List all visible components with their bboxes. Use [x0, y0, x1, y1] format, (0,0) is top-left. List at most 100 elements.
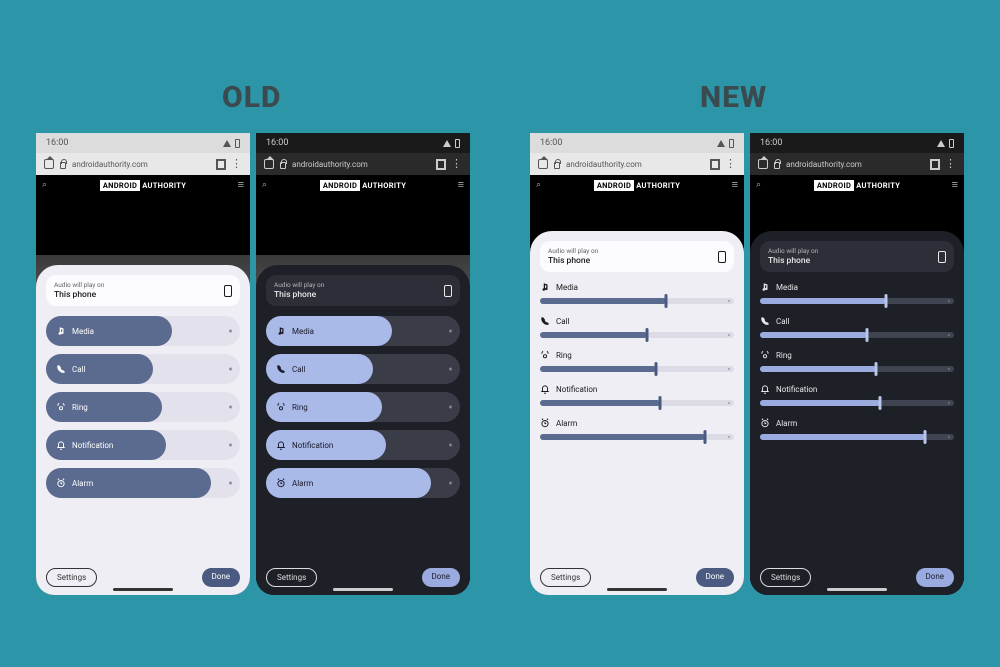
slider-thumb-notification[interactable] [879, 396, 882, 410]
slider-track-notification[interactable] [540, 398, 734, 408]
slider-media[interactable]: Media [46, 316, 240, 346]
audio-output-chip[interactable]: Audio will play onThis phone [540, 241, 734, 272]
slider-alarm[interactable]: Alarm [266, 468, 460, 498]
slider-ring[interactable]: Ring [266, 392, 460, 422]
slider-track-alarm[interactable] [540, 432, 734, 442]
slider-ring[interactable]: Ring [46, 392, 240, 422]
hamburger-icon[interactable]: ≡ [458, 182, 464, 189]
slider-track-media[interactable] [760, 296, 954, 306]
slider-label-notification: Notification [292, 441, 333, 450]
hamburger-icon[interactable]: ≡ [238, 182, 244, 189]
site-banner: ⌕ ANDROIDAUTHORITY ≡ [750, 175, 964, 195]
slider-notification[interactable]: Notification [46, 430, 240, 460]
audio-output-chip[interactable]: Audio will play onThis phone [266, 275, 460, 306]
page-content: Audio will play onThis phone Media Call Rin… [256, 195, 470, 595]
kebab-icon[interactable]: ⋮ [945, 162, 956, 166]
browser-bar: androidauthority.com ⋮ [36, 153, 250, 175]
slider-thumb-media[interactable] [665, 294, 668, 308]
battery-icon [455, 139, 460, 148]
address-bar[interactable]: androidauthority.com [786, 160, 925, 169]
done-button[interactable]: Done [916, 568, 954, 587]
slider-media[interactable]: Media [266, 316, 460, 346]
lock-icon [554, 162, 560, 169]
nav-handle[interactable] [607, 588, 667, 591]
audio-output-chip[interactable]: Audio will play onThis phone [46, 275, 240, 306]
slider-thumb-call[interactable] [865, 328, 868, 342]
site-logo: ANDROIDAUTHORITY [814, 180, 900, 191]
slider-label-alarm: Alarm [776, 419, 797, 428]
slider-alarm[interactable]: Alarm [46, 468, 240, 498]
tab-icon[interactable] [711, 160, 719, 169]
audio-label: Audio will play on [548, 247, 598, 255]
ring-icon [56, 402, 66, 412]
nav-handle[interactable] [333, 588, 393, 591]
address-bar[interactable]: androidauthority.com [566, 160, 705, 169]
slider-call[interactable]: Call [266, 354, 460, 384]
home-icon[interactable] [264, 159, 274, 169]
nav-handle[interactable] [827, 588, 887, 591]
done-button[interactable]: Done [422, 568, 460, 587]
slider-thumb-ring[interactable] [875, 362, 878, 376]
tab-icon[interactable] [217, 160, 225, 169]
battery-icon [729, 139, 734, 148]
slider-track-notification[interactable] [760, 398, 954, 408]
kebab-icon[interactable]: ⋮ [451, 162, 462, 166]
kebab-icon[interactable]: ⋮ [725, 162, 736, 166]
home-icon[interactable] [44, 159, 54, 169]
search-icon[interactable]: ⌕ [536, 180, 541, 190]
slider-header-ring: Ring [540, 350, 734, 360]
slider-media: Media [760, 282, 954, 306]
slider-thumb-alarm[interactable] [923, 430, 926, 444]
lock-icon [60, 162, 66, 169]
slider-fill-call: Call [46, 354, 153, 384]
search-icon[interactable]: ⌕ [756, 180, 761, 190]
page-content: Audio will play onThis phoneMediaCallRin… [750, 195, 964, 595]
slider-thumb-alarm[interactable] [703, 430, 706, 444]
slider-notification[interactable]: Notification [266, 430, 460, 460]
lock-icon [774, 162, 780, 169]
group-old: 16:00androidauthority.com⋮⌕ANDROIDAUTHOR… [36, 85, 470, 595]
battery-icon [949, 139, 954, 148]
slider-header-notification: Notification [760, 384, 954, 394]
kebab-icon[interactable]: ⋮ [231, 162, 242, 166]
alarm-icon [56, 478, 66, 488]
volume-panel: Audio will play onThis phone Media Call Rin… [36, 265, 250, 595]
slider-track-ring[interactable] [760, 364, 954, 374]
slider-track-ring[interactable] [540, 364, 734, 374]
slider-call[interactable]: Call [46, 354, 240, 384]
status-bar: 16:00 [750, 133, 964, 153]
slider-track-call[interactable] [540, 330, 734, 340]
slider-track-call[interactable] [760, 330, 954, 340]
tab-icon[interactable] [437, 160, 445, 169]
hamburger-icon[interactable]: ≡ [952, 182, 958, 189]
slider-thumb-ring[interactable] [655, 362, 658, 376]
slider-label-ring: Ring [72, 403, 88, 412]
slider-fill-media: Media [266, 316, 392, 346]
tab-icon[interactable] [931, 160, 939, 169]
group-new: 16:00 androidauthority.com ⋮ ⌕ ANDROIDAUTHOR… [530, 85, 964, 595]
slider-thumb-media[interactable] [885, 294, 888, 308]
status-icons [223, 139, 240, 148]
slider-track-media[interactable] [540, 296, 734, 306]
done-button[interactable]: Done [202, 568, 240, 587]
done-button[interactable]: Done [696, 568, 734, 587]
settings-button[interactable]: Settings [266, 568, 317, 587]
slider-track-alarm[interactable] [760, 432, 954, 442]
nav-handle[interactable] [113, 588, 173, 591]
hamburger-icon[interactable]: ≡ [732, 182, 738, 189]
search-icon[interactable]: ⌕ [42, 180, 47, 190]
search-icon[interactable]: ⌕ [262, 180, 267, 190]
address-bar[interactable]: androidauthority.com [72, 160, 211, 169]
slider-label-ring: Ring [556, 351, 572, 360]
settings-button[interactable]: Settings [540, 568, 591, 587]
slider-thumb-call[interactable] [645, 328, 648, 342]
audio-output-chip[interactable]: Audio will play onThis phone [760, 241, 954, 272]
settings-button[interactable]: Settings [760, 568, 811, 587]
home-icon[interactable] [538, 159, 548, 169]
slider-thumb-notification[interactable] [659, 396, 662, 410]
address-bar[interactable]: androidauthority.com [292, 160, 431, 169]
slider-label-media: Media [292, 327, 314, 336]
slider-alarm: Alarm [540, 418, 734, 442]
home-icon[interactable] [758, 159, 768, 169]
settings-button[interactable]: Settings [46, 568, 97, 587]
